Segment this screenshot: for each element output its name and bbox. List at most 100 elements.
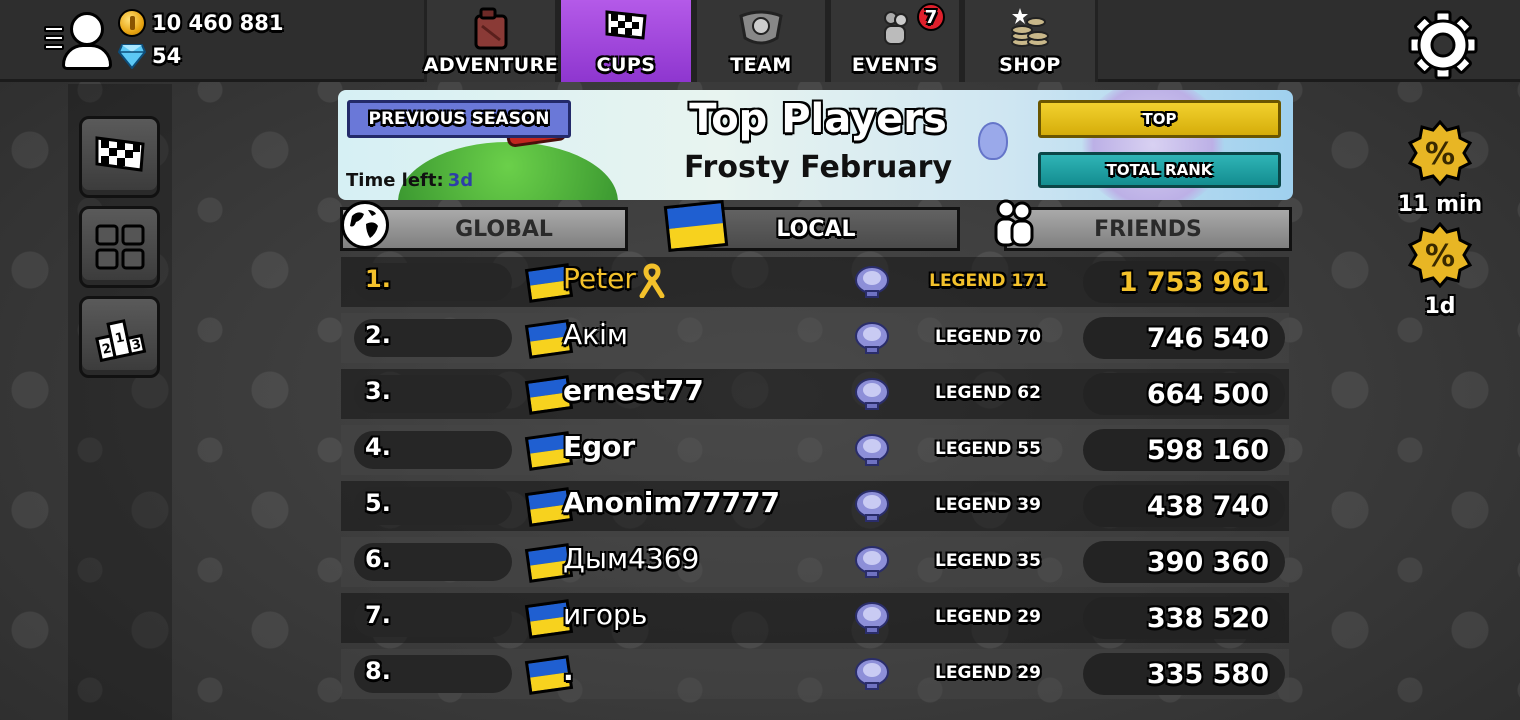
- season-banner: PREVIOUS SEASON Time left: 3d Top Players…: [338, 90, 1293, 200]
- checkered-flag-icon: [95, 136, 145, 172]
- banner-subtitle: Frosty February: [683, 150, 953, 185]
- league-trophy-icon: [855, 266, 889, 298]
- score-pill: 335 580: [1083, 653, 1285, 695]
- deal-1-timer: 11 min: [1397, 192, 1483, 217]
- rank-number: 3.: [365, 377, 391, 405]
- score-value: 390 360: [1146, 547, 1269, 578]
- previous-season-button[interactable]: PREVIOUS SEASON: [347, 100, 571, 138]
- menu-lines-icon: [44, 26, 64, 53]
- tab-cups[interactable]: CUPS: [558, 0, 694, 82]
- player-name[interactable]: Anonim77777: [563, 486, 780, 519]
- table-row[interactable]: 4. Egor LEGEND 55 598 160: [341, 425, 1289, 475]
- player-name-text: Дым4369: [563, 542, 700, 575]
- time-left-label: Time left:: [346, 170, 444, 191]
- table-row[interactable]: 8.. LEGEND 29 335 580: [341, 649, 1289, 699]
- league-trophy-icon: [855, 490, 889, 522]
- events-notification-badge: 7: [917, 3, 945, 31]
- score-value: 746 540: [1146, 323, 1269, 354]
- score-pill: 438 740: [1083, 485, 1285, 527]
- banner-title: Top Players: [689, 96, 947, 142]
- top-button[interactable]: TOP: [1038, 100, 1281, 138]
- checkered-flag-icon: [602, 6, 650, 50]
- score-value: 598 160: [1146, 435, 1269, 466]
- rank-number: 7.: [365, 601, 391, 629]
- tab-adventure-label: ADVENTURE: [423, 54, 559, 76]
- globe-icon: [341, 201, 389, 249]
- tab-events-label: EVENTS: [851, 54, 939, 76]
- profile-head-icon: [70, 12, 104, 46]
- player-name[interactable]: .: [563, 654, 574, 687]
- tab-shop-label: SHOP: [999, 54, 1061, 76]
- table-row[interactable]: 3. ernest77 LEGEND 62 664 500: [341, 369, 1289, 419]
- tab-cups-label: CUPS: [596, 54, 656, 76]
- player-name[interactable]: Egor: [563, 430, 635, 463]
- tab-adventure[interactable]: ADVENTURE: [424, 0, 558, 82]
- league-label: LEGEND 29: [935, 607, 1041, 627]
- player-name[interactable]: игорь: [563, 598, 647, 631]
- rank-number: 5.: [365, 489, 391, 517]
- player-name-text: ernest77: [563, 374, 704, 407]
- grid-view-button[interactable]: [79, 206, 160, 288]
- score-value: 335 580: [1146, 659, 1269, 690]
- deal-offer-2[interactable]: %: [1407, 221, 1473, 289]
- profile-button[interactable]: [40, 10, 112, 72]
- league-trophy-icon: [855, 322, 889, 354]
- score-pill: 746 540: [1083, 317, 1285, 359]
- tab-team-label: TEAM: [730, 54, 792, 76]
- league-trophy-icon: [855, 602, 889, 634]
- player-name[interactable]: Акім: [563, 318, 628, 351]
- rank-number: 4.: [365, 433, 391, 461]
- rank-number: 1.: [365, 265, 391, 293]
- league-label: LEGEND 55: [935, 439, 1041, 459]
- league-trophy-icon: [855, 546, 889, 578]
- score-value: 1 753 961: [1118, 267, 1269, 298]
- gem-balance: 54: [117, 43, 181, 70]
- league-trophy-icon: [855, 434, 889, 466]
- settings-gear-button[interactable]: [1406, 8, 1480, 82]
- player-name[interactable]: Peter: [563, 262, 666, 298]
- league-label: LEGEND 29: [935, 663, 1041, 683]
- deal-offer-1[interactable]: %: [1407, 119, 1473, 187]
- player-name[interactable]: ernest77: [563, 374, 704, 407]
- ukraine-flag-icon: [663, 199, 729, 253]
- rank-number: 2.: [365, 321, 391, 349]
- discount-percent-icon: %: [1407, 221, 1473, 289]
- fuel-can-icon: [467, 6, 515, 50]
- tab-shop[interactable]: SHOP: [962, 0, 1098, 82]
- filter-friends-tab[interactable]: FRIENDS: [1004, 207, 1292, 251]
- coin-icon: [118, 9, 146, 37]
- total-rank-button[interactable]: TOTAL RANK: [1038, 152, 1281, 188]
- table-row[interactable]: 5. Anonim77777 LEGEND 39 438 740: [341, 481, 1289, 531]
- gear-icon: [1408, 10, 1478, 80]
- diamond-icon: [117, 43, 147, 70]
- score-pill: 1 753 961: [1083, 261, 1285, 303]
- podium-icon: 12 3: [94, 319, 146, 363]
- deal-2-timer: 1d: [1424, 294, 1456, 319]
- league-label: LEGEND 62: [935, 383, 1041, 403]
- tab-team[interactable]: TEAM: [694, 0, 828, 82]
- cup-races-button[interactable]: [79, 116, 160, 198]
- table-row[interactable]: 6. Дым4369 LEGEND 35 390 360: [341, 537, 1289, 587]
- league-label: LEGEND 70: [935, 327, 1041, 347]
- score-pill: 664 500: [1083, 373, 1285, 415]
- rank-number: 8.: [365, 657, 391, 685]
- team-emblem-icon: [737, 6, 785, 50]
- league-trophy-icon: [855, 378, 889, 410]
- score-value: 664 500: [1146, 379, 1269, 410]
- podium-button[interactable]: 123: [79, 296, 160, 378]
- player-name-text: Egor: [563, 430, 636, 463]
- time-left: Time left: 3d: [346, 170, 473, 191]
- score-pill: 390 360: [1083, 541, 1285, 583]
- player-name-text: Anonim77777: [563, 486, 780, 519]
- ribbon-icon: [639, 263, 665, 298]
- player-name-text: .: [563, 654, 574, 687]
- coin-amount: 10 460 881: [152, 11, 284, 35]
- score-pill: 598 160: [1083, 429, 1285, 471]
- table-row[interactable]: 7. игорь LEGEND 29 338 520: [341, 593, 1289, 643]
- table-row[interactable]: 1. Peter LEGEND 171 1 753 961: [341, 257, 1289, 307]
- table-row[interactable]: 2. Акім LEGEND 70 746 540: [341, 313, 1289, 363]
- grid-icon: [95, 224, 144, 270]
- player-name[interactable]: Дым4369: [563, 542, 699, 575]
- tab-events[interactable]: EVENTS 7: [828, 0, 962, 82]
- league-label: LEGEND 35: [935, 551, 1041, 571]
